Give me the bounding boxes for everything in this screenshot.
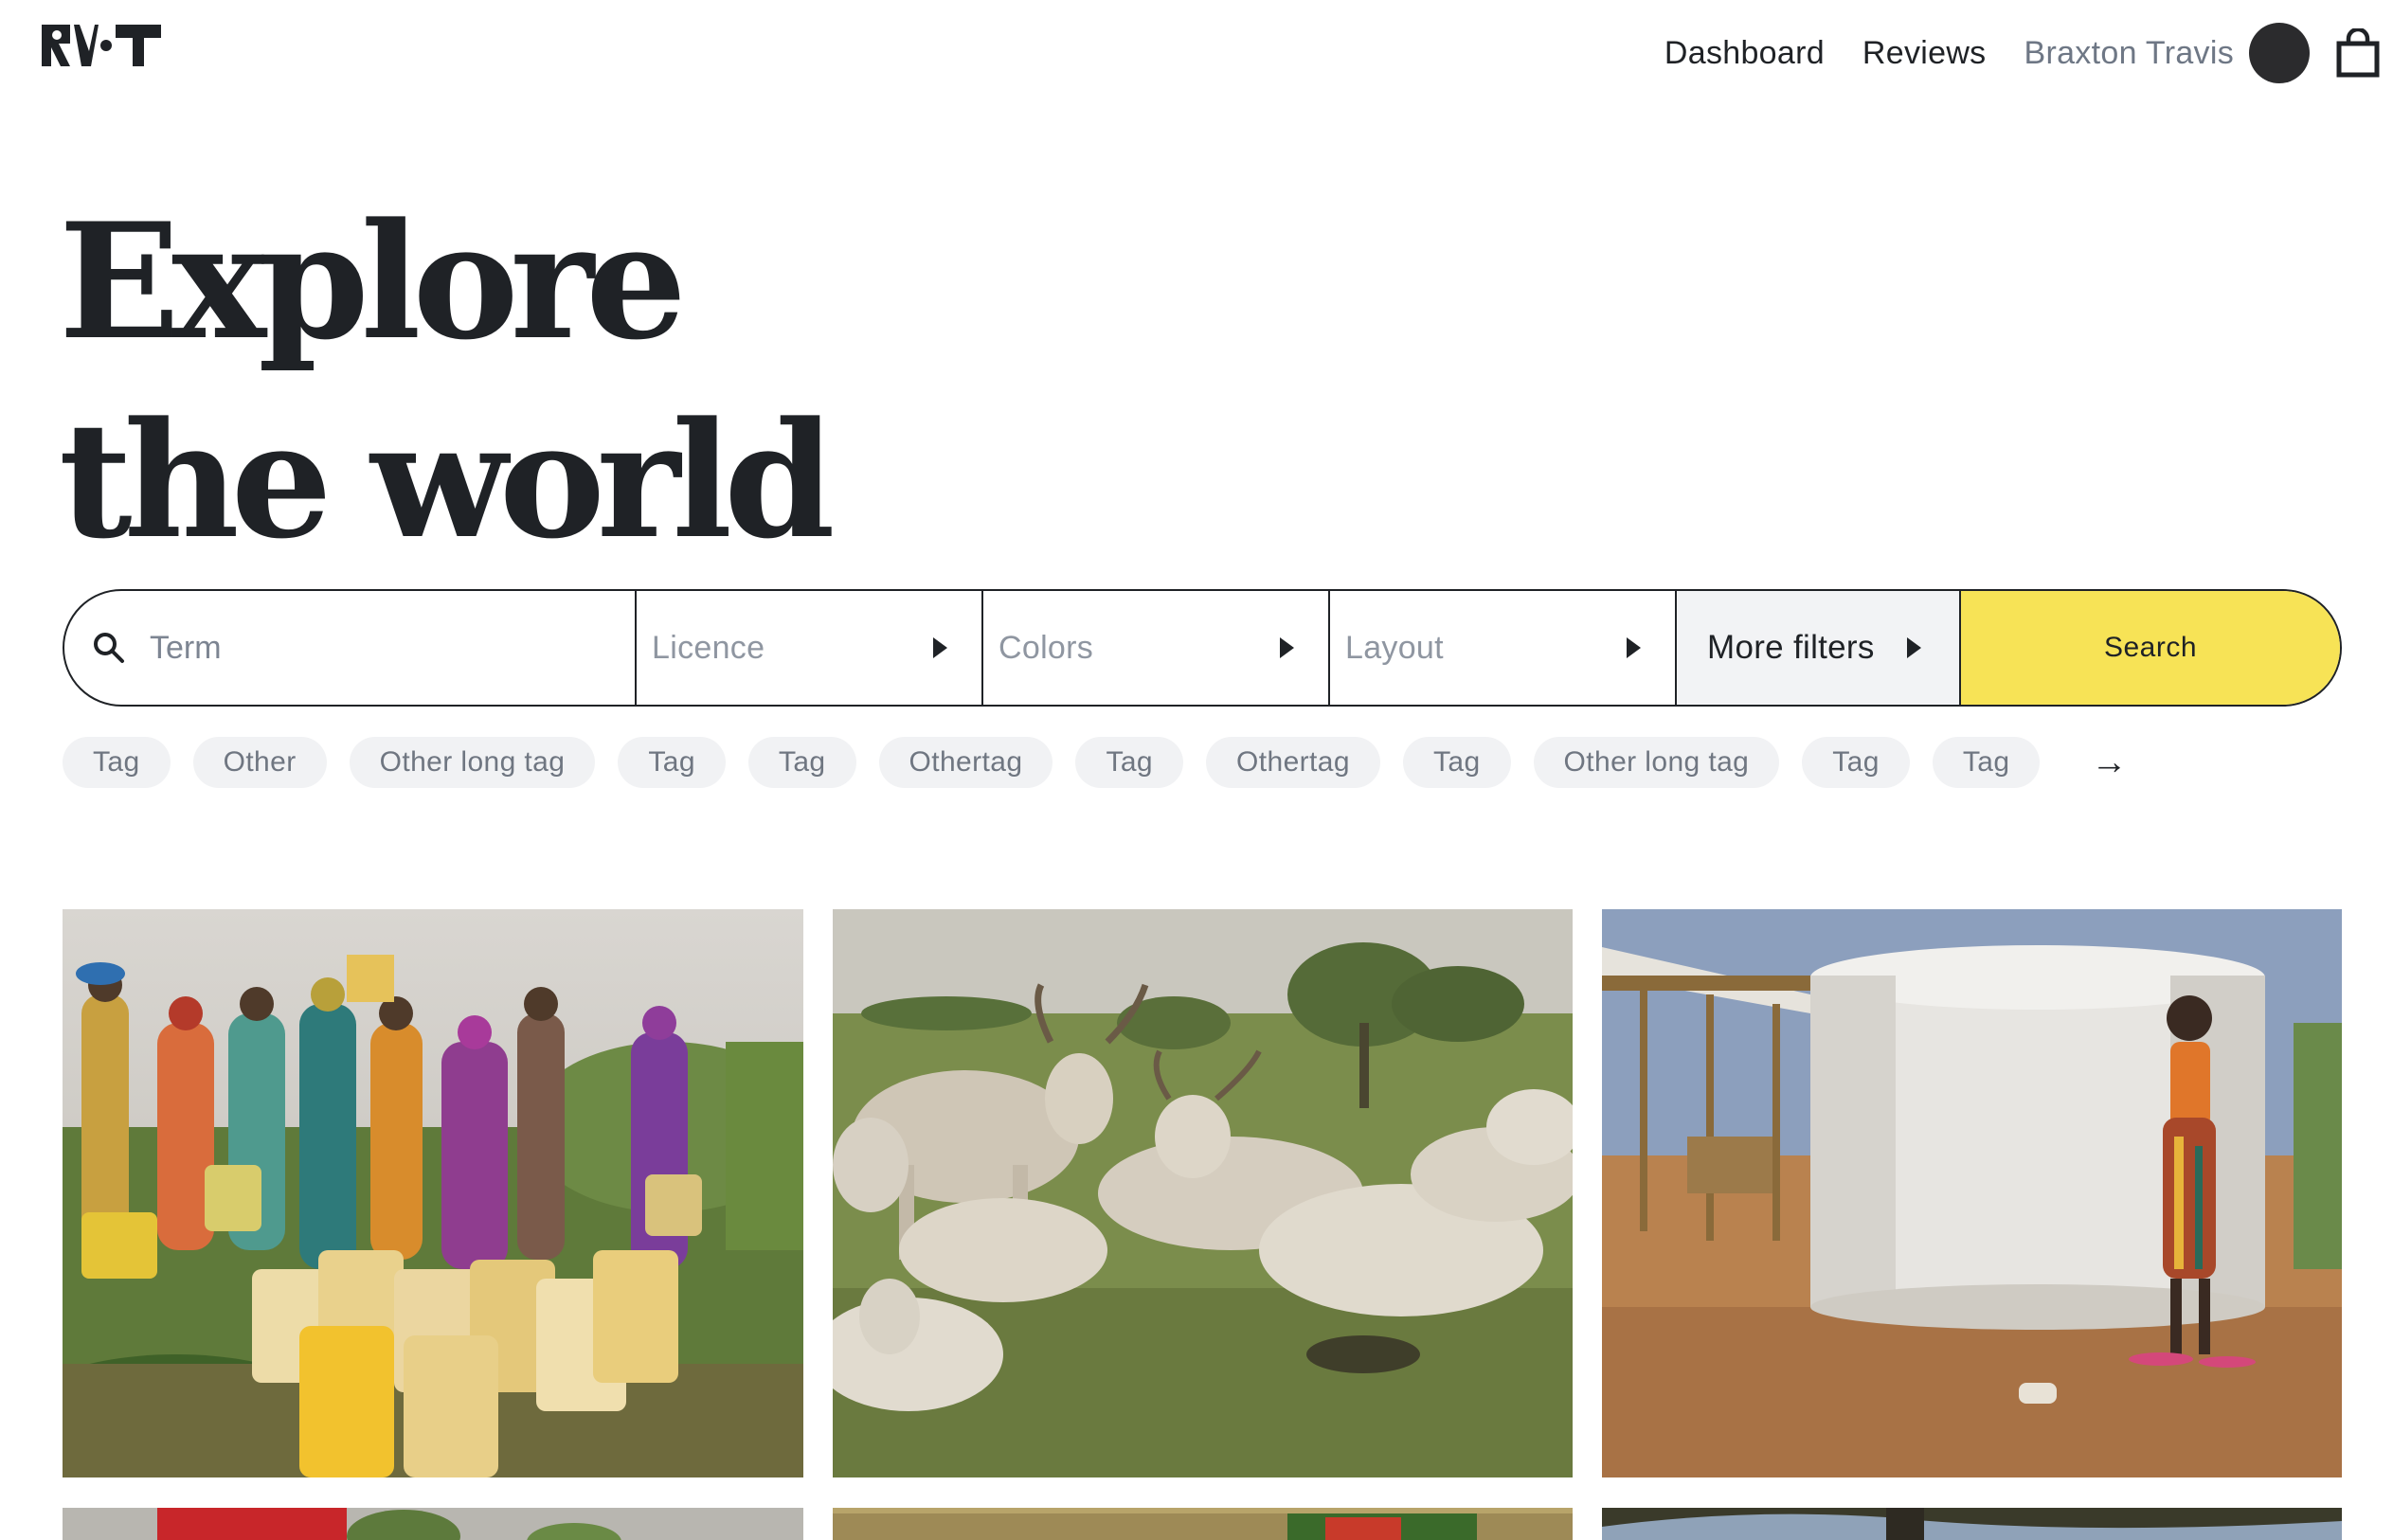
search-input[interactable] [150, 629, 585, 667]
photo-partial-fence[interactable] [833, 1508, 1573, 1540]
search-button[interactable]: Search [1961, 591, 2340, 705]
hero-heading: Explore the world [59, 182, 836, 580]
caret-right-icon [1907, 637, 1921, 658]
photo-partial-tree[interactable] [1602, 1508, 2342, 1540]
tag-chip[interactable]: Othertag [1206, 737, 1380, 788]
licence-label: Licence [652, 629, 765, 666]
more-filters-label: More filters [1707, 629, 1875, 666]
tag-chip[interactable]: Other long tag [349, 737, 596, 788]
avatar[interactable] [2249, 23, 2310, 83]
tag-chip[interactable]: Tag [1802, 737, 1910, 788]
tag-chip[interactable]: Tag [1932, 737, 2041, 788]
tag-chip[interactable]: Other [192, 737, 327, 788]
tag-chip[interactable]: Tag [1402, 737, 1511, 788]
photo-girl-water-tank[interactable] [1602, 909, 2342, 1477]
term-field[interactable] [64, 591, 637, 705]
tag-chip[interactable]: Tag [1075, 737, 1184, 788]
arrow-right-icon[interactable]: → [2091, 743, 2127, 783]
tag-list: Tag Other Other long tag Tag Tag Otherta… [63, 737, 2127, 788]
tag-chip[interactable]: Tag [747, 737, 856, 788]
top-nav: Dashboard Reviews Braxton Travis [1664, 23, 2393, 83]
tag-chip[interactable]: Tag [618, 737, 726, 788]
nav-user-name[interactable]: Braxton Travis [2024, 35, 2235, 72]
licence-dropdown[interactable]: Licence [637, 591, 983, 705]
caret-right-icon [1627, 637, 1641, 658]
photo-cattle-resting[interactable] [833, 909, 1573, 1477]
shopping-bag-icon[interactable] [2336, 28, 2380, 78]
search-bar: Licence Colors Layout More filters Searc… [63, 589, 2342, 707]
site-logo[interactable] [42, 25, 161, 66]
colors-label: Colors [999, 629, 1094, 666]
search-icon [94, 633, 124, 663]
layout-dropdown[interactable]: Layout [1330, 591, 1677, 705]
nav-dashboard[interactable]: Dashboard [1664, 35, 1825, 72]
caret-right-icon [933, 637, 947, 658]
tag-chip[interactable]: Tag [63, 737, 171, 788]
layout-label: Layout [1345, 629, 1444, 666]
page: Dashboard Reviews Braxton Travis Explore… [0, 0, 2393, 1540]
tag-chip[interactable]: Othertag [878, 737, 1053, 788]
caret-right-icon [1280, 637, 1294, 658]
nav-reviews[interactable]: Reviews [1862, 35, 1987, 72]
tag-chip[interactable]: Other long tag [1533, 737, 1780, 788]
hero-line-2: the world [59, 386, 836, 574]
colors-dropdown[interactable]: Colors [983, 591, 1330, 705]
search-button-label: Search [2103, 632, 2198, 663]
photo-partial-red[interactable] [63, 1508, 803, 1540]
photo-women-water-jerrycans[interactable] [63, 909, 803, 1477]
more-filters-button[interactable]: More filters [1677, 591, 1961, 705]
hero-line-1: Explore [59, 188, 687, 375]
